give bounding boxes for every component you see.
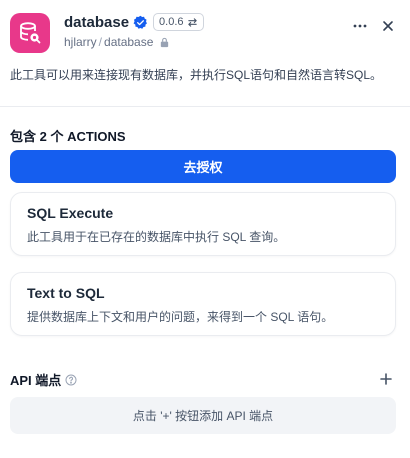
version-badge[interactable]: 0.0.6: [153, 13, 204, 31]
title-row: database 0.0.6: [64, 12, 204, 32]
swap-icon: [187, 17, 197, 27]
action-name: Text to SQL: [27, 285, 105, 301]
more-horizontal-icon: [353, 24, 367, 28]
tool-subtitle: hjlarry / database: [64, 34, 170, 50]
divider: [0, 106, 410, 107]
version-text: 0.0.6: [159, 16, 184, 28]
add-api-endpoint-button[interactable]: [376, 369, 396, 389]
action-card-text-to-sql[interactable]: Text to SQL 提供数据库上下文和用户的问题，来得到一个 SQL 语句。: [10, 272, 396, 336]
close-button[interactable]: [376, 14, 400, 38]
close-icon: [383, 21, 393, 31]
add-endpoint-text: 点击 '+' 按钮添加 API 端点: [132, 409, 274, 423]
add-endpoint-placeholder[interactable]: 点击 '+' 按钮添加 API 端点: [10, 397, 396, 434]
tool-name: database: [64, 13, 130, 31]
api-endpoints-heading: API 端点: [10, 370, 77, 389]
path-separator: /: [98, 35, 103, 49]
actions-heading: 包含 2 个 ACTIONS: [10, 129, 126, 144]
lock-icon: [161, 37, 169, 47]
tool-header: database 0.0.6 hjlarry / database: [10, 10, 400, 54]
info-circle-icon[interactable]: [65, 374, 77, 386]
action-description: 此工具用于在已存在的数据库中执行 SQL 查询。: [27, 230, 286, 244]
action-description: 提供数据库上下文和用户的问题，来得到一个 SQL 语句。: [27, 310, 334, 324]
tool-slug: database: [104, 35, 154, 49]
api-heading-label: API 端点: [10, 373, 62, 388]
verified-badge-icon: [133, 15, 148, 29]
authorize-button[interactable]: 去授权: [10, 150, 396, 183]
more-button[interactable]: [348, 14, 372, 38]
tool-description: 此工具可以用来连接现有数据库，并执行SQL语句和自然语言转SQL。: [10, 68, 383, 82]
action-card-sql-execute[interactable]: SQL Execute 此工具用于在已存在的数据库中执行 SQL 查询。: [10, 192, 396, 256]
author-name: hjlarry: [64, 35, 97, 49]
action-name: SQL Execute: [27, 205, 114, 221]
database-search-icon: [10, 13, 50, 53]
plus-icon: [380, 373, 392, 385]
header-actions: [348, 14, 400, 38]
